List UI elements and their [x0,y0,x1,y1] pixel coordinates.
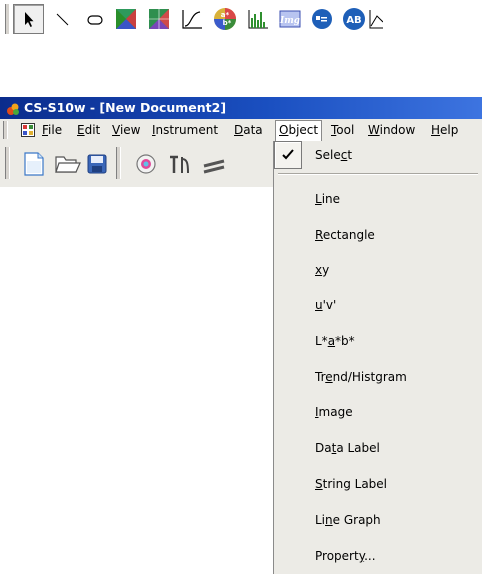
menu-help[interactable]: Help [431,123,458,137]
tool-icon[interactable] [167,153,191,175]
select-tool-button[interactable] [13,4,44,34]
line-icon [56,13,68,26]
menu-view[interactable]: View [112,123,140,137]
menu-data[interactable]: Data [234,123,263,137]
window-title: CS-S10w - [New Document2] [24,100,227,115]
lab-color-icon: a* b* [213,8,236,30]
open-folder-icon[interactable] [55,154,81,174]
checkmark-icon [282,149,294,160]
data-label-tool-button[interactable] [306,4,337,34]
line-graph-tool-button[interactable] [369,4,383,34]
settings-icon[interactable] [200,153,226,175]
xy-tool-button[interactable] [110,4,141,34]
menu-item-lab[interactable]: L*a*b* [315,334,355,348]
menubar-grip[interactable] [3,121,8,139]
svg-text:b*: b* [222,19,231,27]
data-label-icon [311,9,332,29]
histogram-tool-button[interactable] [242,4,273,34]
menu-tool[interactable]: Tool [331,123,354,137]
standard-toolbar-grip[interactable] [5,147,10,179]
toolbar-grip[interactable] [5,4,10,34]
image-tool-button[interactable]: Img [274,4,305,34]
menu-window[interactable]: Window [368,123,415,137]
menu-item-line[interactable]: Line [315,192,340,206]
menu-separator [278,173,478,175]
toolbar-separator [116,147,121,179]
string-label-icon: AB [342,8,365,30]
svg-text:Img: Img [279,16,300,26]
uv-tool-button[interactable] [143,4,174,34]
menu-file[interactable]: File [42,123,62,137]
trend-tool-button[interactable] [176,4,207,34]
menu-item-line-graph[interactable]: Line Graph [315,513,381,527]
menu-item-property[interactable]: Property... [315,549,376,563]
menu-item-string-label[interactable]: String Label [315,477,387,491]
image-icon: Img [279,10,300,28]
select-arrow-icon [24,12,33,27]
document-window-icon[interactable] [21,123,35,137]
svg-text:a*: a* [220,11,229,19]
histogram-icon [248,10,268,29]
object-toolbar: a* b* Img AB [0,0,482,38]
menu-item-data-label[interactable]: Data Label [315,441,380,455]
uv-chromaticity-icon [148,9,169,29]
select-check-box [274,141,302,169]
instrument-icon[interactable] [135,153,157,175]
menu-item-xy[interactable]: xy [315,263,329,277]
menu-item-rectangle[interactable]: Rectangle [315,228,375,242]
string-label-tool-button[interactable]: AB [338,4,369,34]
new-document-icon[interactable] [24,152,44,176]
menu-item-select[interactable]: Select [315,148,352,162]
lab-tool-button[interactable]: a* b* [209,4,240,34]
menu-item-uv[interactable]: u'v' [315,298,336,312]
menu-item-image[interactable]: Image [315,405,353,419]
menu-edit[interactable]: Edit [77,123,100,137]
object-menu-dropdown: Select Line Rectangle xy u'v' L*a*b* Tre… [273,141,482,574]
menu-item-trend-histgram[interactable]: Trend/Histgram [315,370,407,384]
svg-text:AB: AB [346,15,361,26]
window-titlebar[interactable]: CS-S10w - [New Document2] [0,97,482,119]
xy-chromaticity-icon [115,9,136,29]
curve-graph-icon [181,10,202,29]
save-disk-icon[interactable] [87,154,107,174]
rounded-rect-icon [86,15,103,25]
menubar: File Edit View Instrument Data Object To… [0,119,482,142]
rectangle-tool-button[interactable] [79,4,110,34]
menu-object[interactable]: Object [275,120,323,142]
app-logo-icon [7,103,19,115]
menu-instrument[interactable]: Instrument [152,123,218,137]
line-tool-button[interactable] [46,4,77,34]
line-graph-icon [369,10,383,29]
